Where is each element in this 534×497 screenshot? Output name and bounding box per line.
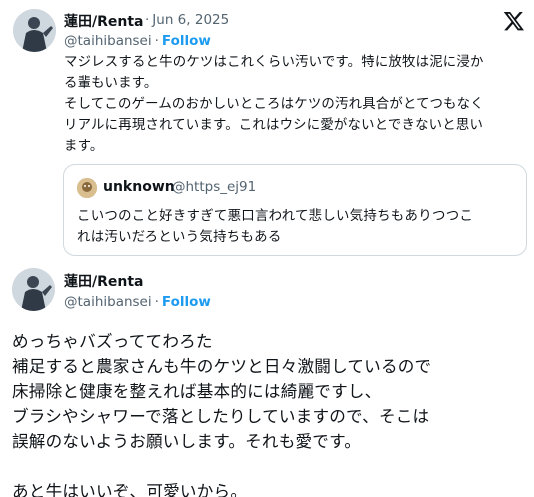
text-line: こいつのこと好きすぎて悪口言われて悲しい気持ちもありつつこ: [77, 209, 474, 224]
text-line: リアルに再現されています。これはウシに愛がないとできないと思い: [64, 118, 484, 133]
text-line: [12, 454, 528, 479]
text-line: ブラシやシャワーで落としたりしていますので、そこは: [12, 407, 430, 426]
quote-author-handle[interactable]: @https_ej91: [172, 179, 256, 195]
text-line: めっちゃバズっててわろた: [12, 332, 213, 351]
quote-avatar[interactable]: [77, 178, 97, 198]
avatar[interactable]: [12, 268, 55, 311]
follow-button[interactable]: Follow: [162, 33, 211, 49]
text-line: る輩もいます。: [64, 76, 158, 91]
text-line: ます。: [64, 139, 104, 154]
text-line: れは汚いだろという気持ちもある: [77, 230, 282, 245]
tweet-text: マジレスすると牛のケツはこれくらい汚いです。特に放牧は泥に浸か る輩もいます。 …: [64, 52, 529, 157]
text-line: あと牛はいいぞ、可愛いから。: [12, 482, 248, 497]
separator-dot: ·: [145, 12, 150, 28]
author-handle[interactable]: @taihibansei: [64, 33, 152, 49]
text-line: 誤解のないようお願いします。それも愛です。: [12, 432, 362, 451]
tweet-text: めっちゃバズっててわろた 補足すると農家さんも牛のケツと日々激闘しているので 床…: [12, 329, 528, 497]
quote-text: こいつのこと好きすぎて悪口言われて悲しい気持ちもありつつこ れは汚いだろという気…: [77, 206, 523, 248]
follow-button[interactable]: Follow: [162, 294, 211, 310]
text-line: 床掃除と健康を整えれば基本的には綺麗ですし、: [12, 382, 382, 401]
author-name[interactable]: 蓮田/Renta: [64, 11, 144, 31]
text-line: そしてこのゲームのおかしいところはケツの汚れ具合がとてつもなく: [64, 97, 484, 112]
text-line: 補足すると農家さんも牛のケツと日々激闘しているので: [12, 357, 432, 376]
author-handle[interactable]: @taihibansei: [64, 294, 152, 310]
quote-tweet[interactable]: unknown @https_ej91 こいつのこと好きすぎて悪口言われて悲しい…: [63, 164, 527, 256]
author-name[interactable]: 蓮田/Renta: [64, 271, 144, 291]
avatar[interactable]: [13, 9, 56, 52]
handle-row: @taihibansei · Follow: [64, 294, 211, 310]
date-text[interactable]: Jun 6, 2025: [152, 12, 229, 28]
text-line: マジレスすると牛のケツはこれくらい汚いです。特に放牧は泥に浸か: [64, 55, 484, 70]
handle-row: @taihibansei · Follow: [64, 33, 211, 49]
separator-dot: ·: [154, 33, 159, 49]
quote-author-name[interactable]: unknown: [103, 179, 175, 195]
tweet-date[interactable]: · Jun 6, 2025: [142, 12, 229, 28]
x-logo-icon[interactable]: [503, 10, 525, 32]
separator-dot: ·: [154, 294, 159, 310]
